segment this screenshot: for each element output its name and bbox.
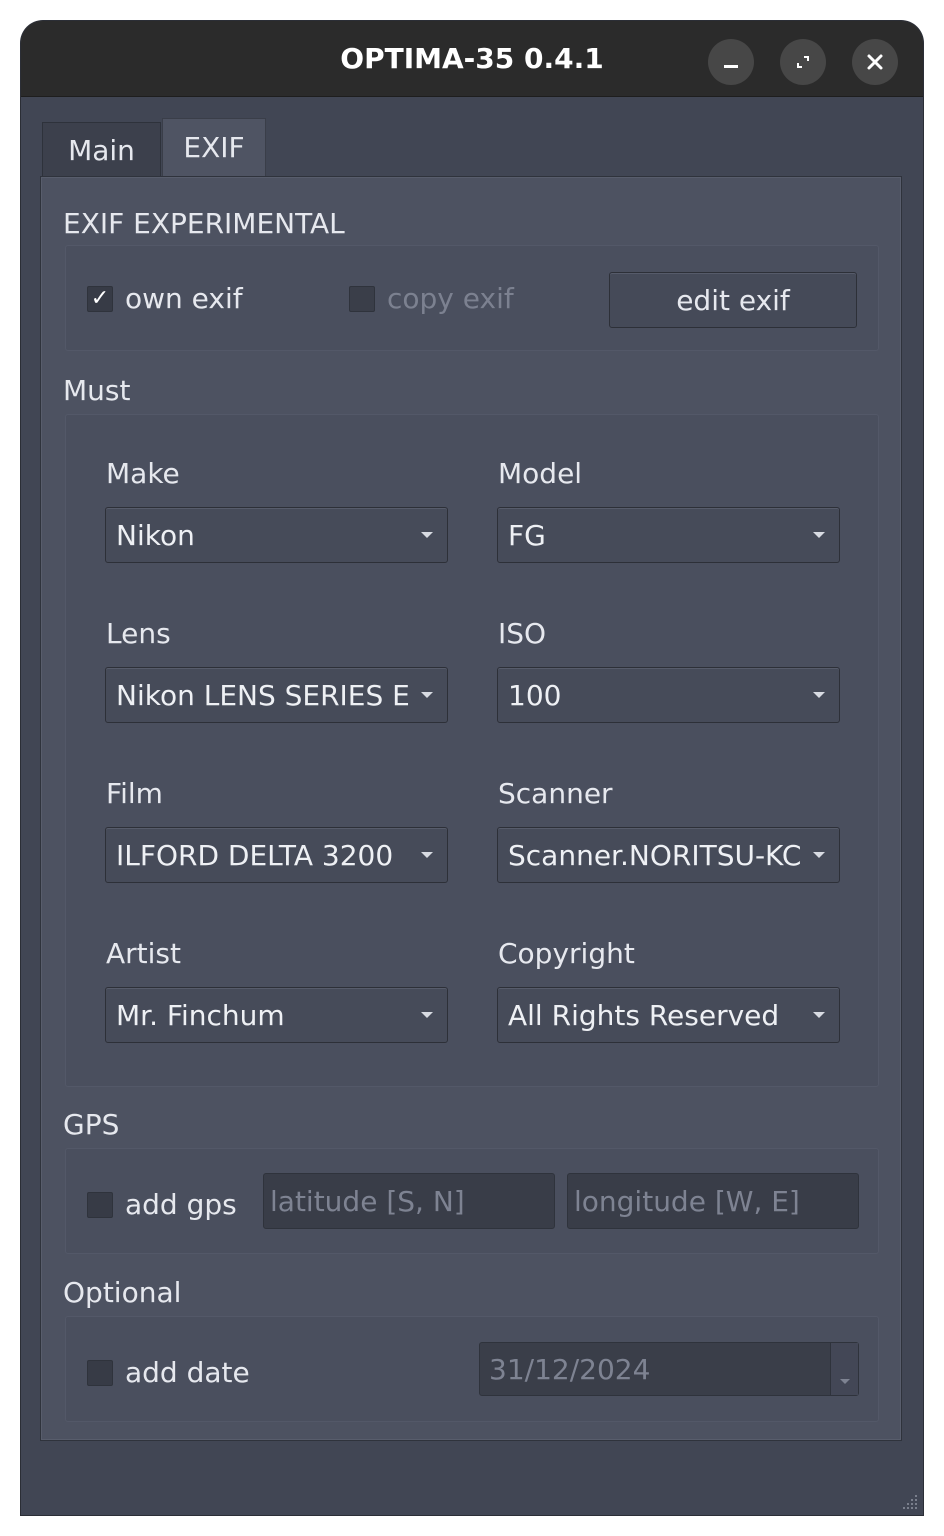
chevron-down-icon [421, 1012, 433, 1018]
artist-combobox[interactable]: Mr. Finchum [105, 987, 448, 1043]
artist-label: Artist [106, 937, 181, 970]
checkbox-box [349, 285, 375, 312]
tab-exif[interactable]: EXIF [162, 118, 266, 176]
maximize-icon [797, 56, 809, 68]
model-label: Model [498, 457, 583, 490]
must-group: Make Nikon Model FG Lens Nikon LENS SERI… [65, 414, 879, 1087]
add-date-label: add date [125, 1356, 250, 1389]
film-label: Film [106, 777, 163, 810]
make-label: Make [106, 457, 180, 490]
scanner-value: Scanner.NORITSU-KC [508, 838, 802, 872]
scanner-label: Scanner [498, 777, 613, 810]
gps-heading: GPS [63, 1108, 120, 1141]
exif-experimental-heading: EXIF EXPERIMENTAL [63, 207, 345, 240]
artist-value: Mr. Finchum [116, 998, 285, 1032]
lens-combobox[interactable]: Nikon LENS SERIES E [105, 667, 448, 723]
spin-down-icon[interactable] [840, 1379, 850, 1384]
chevron-down-icon [421, 852, 433, 858]
lens-label: Lens [106, 617, 171, 650]
copyright-combobox[interactable]: All Rights Reserved [497, 987, 840, 1043]
title-bar[interactable]: OPTIMA-35 0.4.1 [21, 21, 923, 97]
chevron-down-icon [421, 532, 433, 538]
tab-main[interactable]: Main [42, 122, 161, 178]
date-edit[interactable]: 31/12/2024 [479, 1342, 859, 1396]
add-gps-label: add gps [125, 1188, 237, 1221]
exif-experimental-group: ✓ own exif copy exif edit exif [65, 245, 879, 351]
copyright-value: All Rights Reserved [508, 998, 780, 1032]
own-exif-label: own exif [125, 282, 243, 315]
chevron-down-icon [813, 852, 825, 858]
optional-heading: Optional [63, 1276, 182, 1309]
chevron-down-icon [813, 532, 825, 538]
resize-grip-icon[interactable] [899, 1491, 919, 1511]
close-icon [867, 54, 883, 70]
model-value: FG [508, 518, 546, 552]
exif-tab-panel: EXIF EXPERIMENTAL ✓ own exif copy exif e… [40, 176, 902, 1441]
lens-value: Nikon LENS SERIES E [116, 678, 410, 712]
add-gps-checkbox[interactable]: add gps [87, 1188, 237, 1221]
date-spinner[interactable] [830, 1343, 858, 1395]
latitude-input[interactable]: latitude [S, N] [263, 1173, 555, 1229]
make-combobox[interactable]: Nikon [105, 507, 448, 563]
iso-value: 100 [508, 678, 562, 712]
date-value: 31/12/2024 [489, 1352, 651, 1386]
scanner-combobox[interactable]: Scanner.NORITSU-KC [497, 827, 840, 883]
iso-label: ISO [498, 617, 547, 650]
must-heading: Must [63, 374, 131, 407]
add-date-checkbox[interactable]: add date [87, 1356, 250, 1389]
film-value: ILFORD DELTA 3200 [116, 838, 394, 872]
make-value: Nikon [116, 518, 195, 552]
checkbox-box [87, 1359, 113, 1386]
chevron-down-icon [813, 1012, 825, 1018]
own-exif-checkbox[interactable]: ✓ own exif [87, 282, 243, 315]
copy-exif-checkbox[interactable]: copy exif [349, 282, 514, 315]
film-combobox[interactable]: ILFORD DELTA 3200 [105, 827, 448, 883]
copyright-label: Copyright [498, 937, 635, 970]
optional-group: add date 31/12/2024 [65, 1316, 879, 1422]
checkbox-box [87, 1191, 113, 1218]
model-combobox[interactable]: FG [497, 507, 840, 563]
minimize-button[interactable] [708, 39, 754, 85]
minimize-icon [724, 65, 738, 68]
maximize-button[interactable] [780, 39, 826, 85]
chevron-down-icon [813, 692, 825, 698]
chevron-down-icon [421, 692, 433, 698]
iso-combobox[interactable]: 100 [497, 667, 840, 723]
longitude-input[interactable]: longitude [W, E] [567, 1173, 859, 1229]
close-button[interactable] [852, 39, 898, 85]
gps-group: add gps latitude [S, N] longitude [W, E] [65, 1148, 879, 1254]
copy-exif-label: copy exif [387, 282, 514, 315]
app-window: OPTIMA-35 0.4.1 Main EXIF EXIF EXPERIMEN… [21, 21, 923, 1515]
edit-exif-button[interactable]: edit exif [609, 272, 857, 328]
checkmark-icon: ✓ [87, 285, 113, 312]
